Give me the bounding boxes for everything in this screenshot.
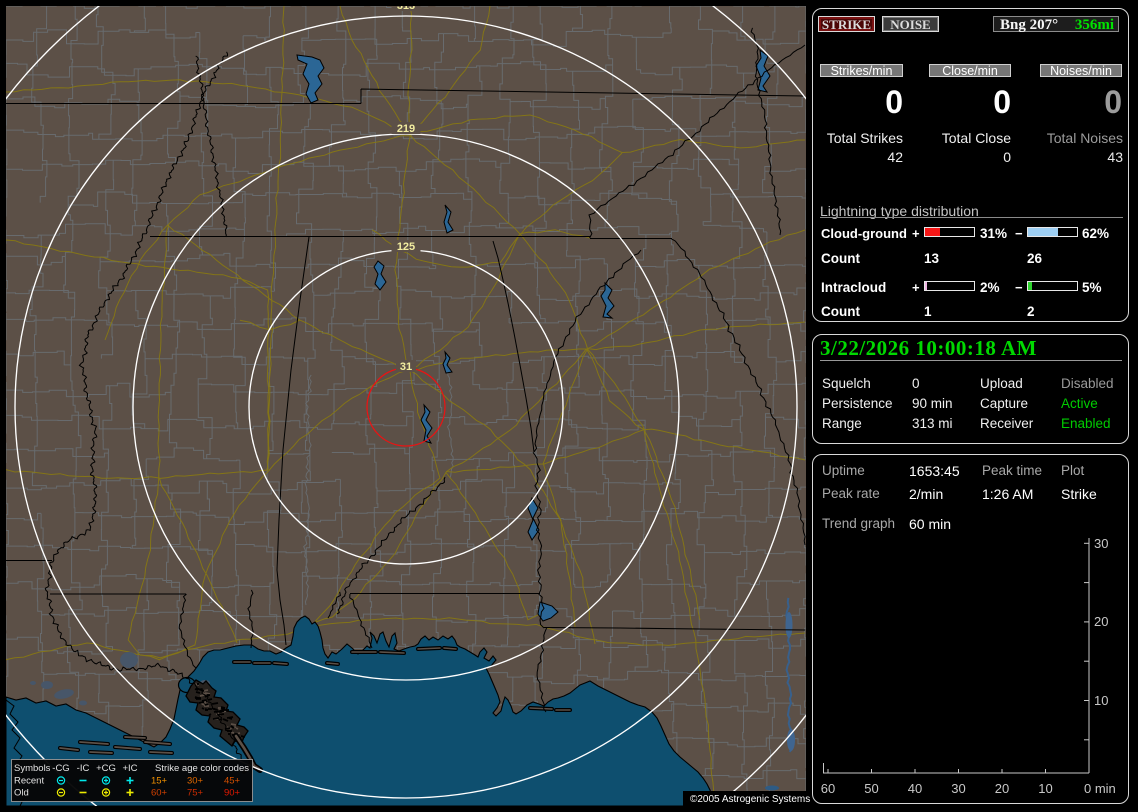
svg-text:60: 60	[821, 781, 835, 796]
svg-text:40: 40	[908, 781, 922, 796]
svg-text:50: 50	[864, 781, 878, 796]
svg-text:20: 20	[1094, 614, 1108, 629]
svg-text:10: 10	[1094, 693, 1108, 708]
svg-text:30: 30	[951, 781, 965, 796]
svg-text:20: 20	[995, 781, 1009, 796]
svg-text:10: 10	[1038, 781, 1052, 796]
svg-text:0 min: 0 min	[1084, 781, 1116, 796]
svg-text:30: 30	[1094, 536, 1108, 551]
